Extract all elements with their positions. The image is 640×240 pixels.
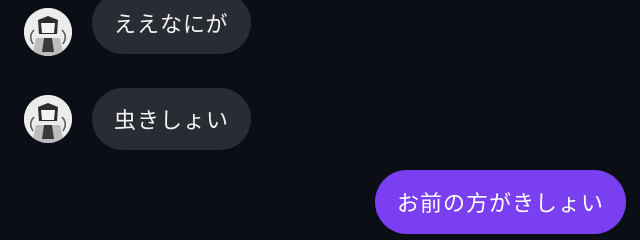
chat-thread: ええなにが 虫きしょい お前の方がきしょい xyxy=(0,0,640,240)
message-text: ええなにが xyxy=(114,13,229,38)
message-bubble[interactable]: 虫きしょい xyxy=(92,88,252,150)
message-bubble[interactable]: ええなにが xyxy=(92,0,251,54)
message-text: お前の方がきしょい xyxy=(396,192,604,217)
user-avatar-icon[interactable] xyxy=(24,95,72,143)
message-bubble[interactable]: お前の方がきしょい xyxy=(374,170,626,234)
message-row-incoming: ええなにが xyxy=(24,0,251,56)
message-row-outgoing: お前の方がきしょい xyxy=(374,170,626,234)
user-avatar-icon[interactable] xyxy=(24,8,72,56)
message-text: 虫きしょい xyxy=(114,109,230,134)
message-row-incoming: 虫きしょい xyxy=(24,88,252,150)
